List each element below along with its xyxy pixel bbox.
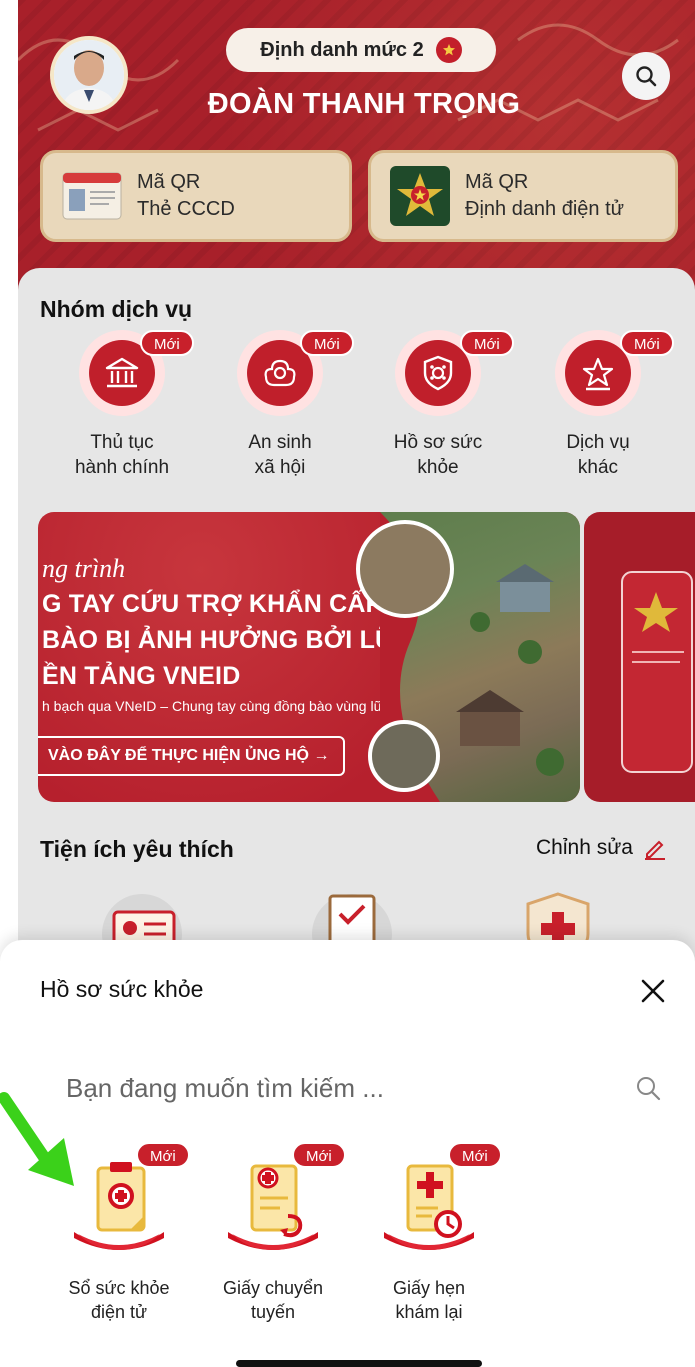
identity-level-label: Định danh mức 2: [260, 38, 424, 61]
star-shield-icon: [435, 37, 462, 63]
banner-donate-button[interactable]: VÀO ĐÂY ĐỂ THỰC HIỆN ỦNG HỘ →: [38, 736, 346, 776]
search-icon: [636, 66, 657, 87]
relief-campaign-banner[interactable]: ng trình G TAY CỨU TRỢ KHẨN CẤP BÀO BỊ Ả…: [38, 512, 580, 802]
banner-italic-text: ng trình: [42, 554, 126, 583]
qr-digital-id-line1: Mã QR: [465, 171, 529, 193]
new-badge: Mới: [136, 1142, 190, 1168]
user-full-name: ĐOÀN THANH TRỌNG: [207, 88, 521, 120]
qr-digital-id-line2: Định danh điện tử: [465, 198, 625, 220]
new-badge: Mới: [140, 330, 194, 356]
new-badge: Mới: [292, 1142, 346, 1168]
next-banner-preview[interactable]: [584, 512, 695, 802]
sheet-search-input[interactable]: [66, 1068, 606, 1108]
qr-digital-id-card[interactable]: Mã QR Định danh điện tử: [368, 150, 678, 242]
banner-photo-rescue: [368, 720, 440, 792]
id-card-icon: [62, 172, 122, 220]
qr-cccd-line2: Thẻ CCCD: [137, 198, 235, 220]
vneid-phone-preview: [621, 571, 693, 773]
close-icon[interactable]: [636, 974, 670, 1008]
health-item-label: Giấy chuyển tuyến: [222, 1278, 324, 1322]
service-label-social-welfare: An sinh xã hội: [248, 432, 312, 478]
favorites-title: Tiện ích yêu thích: [40, 836, 234, 862]
user-photo: [54, 40, 124, 110]
new-badge: Mới: [620, 330, 674, 356]
service-group-title: Nhóm dịch vụ: [40, 296, 193, 322]
health-item-label: Sổ sức khỏe điện tử: [68, 1278, 170, 1322]
home-indicator[interactable]: [236, 1360, 482, 1367]
new-badge: Mới: [300, 330, 354, 356]
green-pointer-arrow-icon: [0, 1092, 74, 1186]
avatar[interactable]: [50, 36, 128, 114]
health-item-re-exam[interactable]: Giấy hẹn khám lại: [354, 1150, 504, 1324]
banner-photo-landslide: [356, 520, 454, 618]
service-label-administrative: Thủ tục hành chính: [74, 432, 170, 478]
social-welfare-icon: [264, 359, 296, 387]
edit-favorites-link[interactable]: Chỉnh sửa: [536, 836, 667, 860]
sheet-title: Hồ sơ sức khỏe: [40, 976, 204, 1002]
qr-cccd-card[interactable]: Mã QR Thẻ CCCD: [40, 150, 352, 242]
identity-level-badge[interactable]: Định danh mức 2: [226, 28, 496, 72]
banner-subtext: h bạch qua VNeID – Chung tay cùng đồng b…: [42, 698, 382, 714]
service-label-health-records: Hồ sơ sức khỏe: [393, 432, 483, 478]
banner-headline-1: G TAY CỨU TRỢ KHẨN CẤP: [42, 590, 383, 618]
new-badge: Mới: [460, 330, 514, 356]
police-emblem-icon: [390, 166, 450, 226]
pencil-icon: [644, 840, 665, 860]
edit-favorites-label: Chỉnh sửa: [536, 836, 633, 859]
new-badge: Mới: [448, 1142, 502, 1168]
health-item-label: Giấy hẹn khám lại: [392, 1278, 466, 1322]
health-item-referral[interactable]: Giấy chuyển tuyến: [198, 1150, 348, 1324]
header-search-button[interactable]: [622, 52, 670, 100]
qr-cccd-line1: Mã QR: [137, 171, 201, 193]
government-building-icon: [105, 357, 139, 388]
search-icon[interactable]: [634, 1074, 662, 1102]
health-shield-icon: [423, 355, 453, 391]
banner-headline-3: ỀN TẢNG VNEID: [42, 662, 241, 690]
service-label-other: Dịch vụ khác: [566, 432, 630, 478]
sheet-search-bar: [40, 1062, 670, 1112]
other-services-icon: [582, 357, 614, 391]
